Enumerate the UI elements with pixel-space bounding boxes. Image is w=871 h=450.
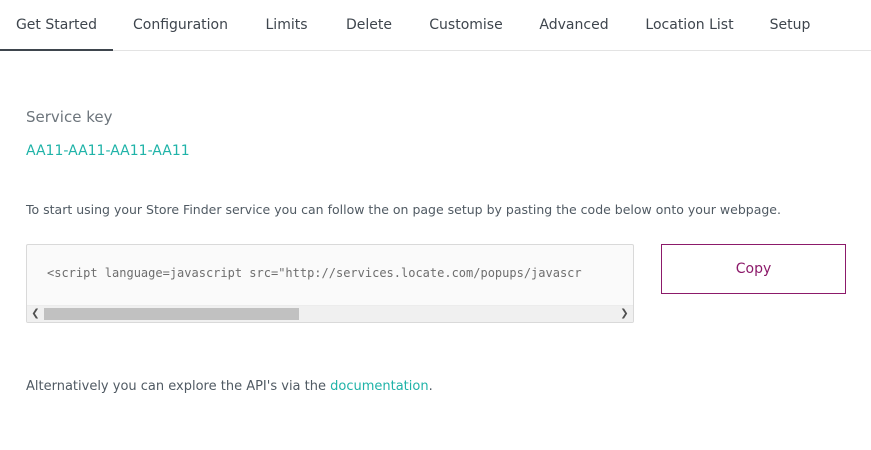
footer-suffix: . xyxy=(428,379,433,394)
tab-bar: Get Started Configuration Limits Delete … xyxy=(0,0,871,51)
tab-delete[interactable]: Delete xyxy=(338,0,400,51)
code-snippet-box[interactable]: <script language=javascript src="http://… xyxy=(26,244,634,323)
tab-get-started[interactable]: Get Started xyxy=(0,0,113,51)
horizontal-scrollbar[interactable]: ❮ ❯ xyxy=(27,305,633,322)
code-snippet-text[interactable]: <script language=javascript src="http://… xyxy=(47,266,633,280)
footer-prefix: Alternatively you can explore the API's … xyxy=(26,379,331,394)
chevron-left-icon[interactable]: ❮ xyxy=(27,306,44,322)
tab-location-list[interactable]: Location List xyxy=(639,0,740,51)
tab-limits[interactable]: Limits xyxy=(256,0,317,51)
tab-label: Customise xyxy=(429,17,503,33)
tab-label: Get Started xyxy=(15,17,98,33)
footer-note: Alternatively you can explore the API's … xyxy=(26,379,433,394)
tab-advanced[interactable]: Advanced xyxy=(532,0,616,51)
tab-setup[interactable]: Setup xyxy=(763,0,817,51)
tab-label: Location List xyxy=(645,17,734,33)
copy-button[interactable]: Copy xyxy=(661,244,846,294)
tab-label: Configuration xyxy=(133,17,228,33)
service-key-value: AA11-AA11-AA11-AA11 xyxy=(26,143,190,159)
tab-label: Limits xyxy=(265,17,308,33)
tab-label: Delete xyxy=(346,17,392,33)
tab-label: Advanced xyxy=(539,17,609,33)
tab-customise[interactable]: Customise xyxy=(423,0,509,51)
tab-label: Setup xyxy=(769,17,811,33)
service-key-label: Service key xyxy=(26,108,113,126)
tab-configuration[interactable]: Configuration xyxy=(123,0,238,51)
setup-instruction: To start using your Store Finder service… xyxy=(26,202,781,217)
documentation-link[interactable]: documentation xyxy=(330,379,428,394)
scrollbar-thumb[interactable] xyxy=(44,308,299,320)
chevron-right-icon[interactable]: ❯ xyxy=(616,306,633,322)
